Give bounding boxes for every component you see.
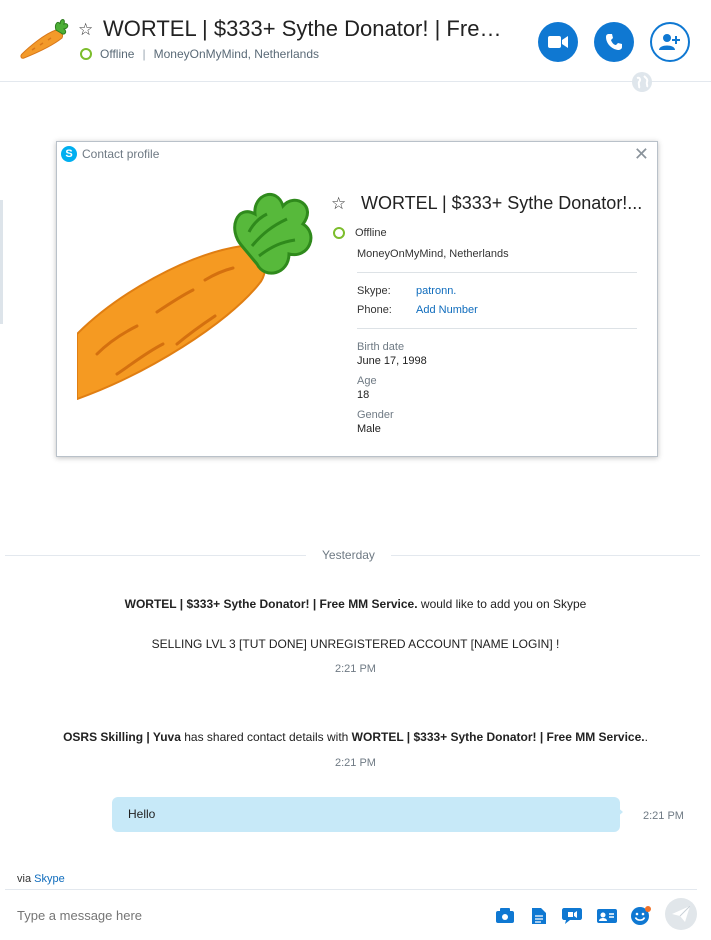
profile-divider: [357, 328, 637, 329]
profile-favorite-star-icon[interactable]: ☆: [331, 194, 346, 214]
composer-divider: [5, 889, 697, 890]
message-timestamp: 2:21 PM: [335, 663, 376, 675]
status-separator: |: [142, 47, 146, 61]
video-message-button[interactable]: [561, 905, 583, 927]
share-sender-name[interactable]: OSRS Skilling | Yuva: [63, 730, 181, 744]
add-contact-icon: [659, 34, 680, 50]
add-participant-button[interactable]: [650, 22, 690, 62]
request-sender-name[interactable]: WORTEL | $333+ Sythe Donator! | Free MM …: [125, 597, 418, 611]
profile-status: Offline: [333, 227, 387, 239]
audio-call-button[interactable]: [594, 22, 634, 62]
birth-date-label: Birth date: [357, 341, 405, 353]
day-label: Yesterday: [306, 548, 391, 562]
send-contacts-button[interactable]: [596, 905, 618, 927]
scroll-indicator[interactable]: [0, 200, 3, 324]
via-skype-link[interactable]: Skype: [34, 873, 65, 885]
profile-contact-name: WORTEL | $333+ Sythe Donator!...: [361, 193, 641, 213]
status-ring-icon: [80, 48, 92, 60]
phone-call-icon: [606, 34, 622, 50]
video-call-icon: [548, 36, 568, 48]
status-text: Offline: [100, 47, 135, 61]
send-message-button[interactable]: [665, 898, 697, 930]
via-prefix: via: [17, 873, 35, 885]
video-message-icon: [562, 908, 582, 924]
profile-status-ring-icon: [333, 227, 345, 239]
gender-label: Gender: [357, 409, 394, 421]
message-input[interactable]: [17, 908, 437, 923]
contact-location: MoneyOnMyMind, Netherlands: [153, 47, 319, 61]
video-call-button[interactable]: [538, 22, 578, 62]
send-media-button[interactable]: [494, 905, 516, 927]
skype-label: Skype:: [357, 285, 391, 297]
share-target-name[interactable]: WORTEL | $333+ Sythe Donator! | Free MM …: [352, 730, 645, 744]
send-file-button[interactable]: [528, 905, 550, 927]
profile-window-title: Contact profile: [82, 147, 160, 161]
request-text: would like to add you on Skype: [417, 597, 587, 611]
skype-logo-icon: S: [61, 146, 77, 162]
birth-date-value: June 17, 1998: [357, 355, 427, 367]
close-icon[interactable]: ✕: [634, 144, 649, 164]
request-note-message: SELLING LVL 3 [TUT DONE] UNREGISTERED AC…: [151, 637, 560, 651]
age-label: Age: [357, 375, 377, 387]
age-value: 18: [357, 389, 370, 401]
phone-label: Phone:: [357, 304, 392, 316]
conversation-header: ☆ WORTEL | $333+ Sythe Donator! | Free M…: [0, 0, 711, 82]
shared-contact-message: OSRS Skilling | Yuva has shared contact …: [0, 730, 711, 744]
add-number-link[interactable]: Add Number: [416, 304, 478, 316]
contact-card-icon: [597, 909, 617, 923]
bubble-tail: [616, 806, 623, 818]
via-skype-line: via Skype: [17, 873, 65, 885]
contact-request-message: WORTEL | $333+ Sythe Donator! | Free MM …: [0, 597, 711, 611]
media-icon: [496, 908, 514, 923]
emoticon-icon: [631, 906, 651, 925]
carrot-avatar-icon[interactable]: [18, 14, 72, 60]
contact-name-title: WORTEL | $333+ Sythe Donator! | Free M..…: [103, 16, 508, 41]
share-suffix: .: [644, 730, 648, 744]
profile-location: MoneyOnMyMind, Netherlands: [357, 248, 509, 260]
globe-icon[interactable]: [632, 72, 652, 92]
emoticons-button[interactable]: [630, 905, 652, 927]
share-text: has shared contact details with: [180, 730, 352, 744]
message-timestamp: 2:21 PM: [643, 810, 684, 822]
contact-status-line: Offline | MoneyOnMyMind, Netherlands: [80, 47, 319, 61]
profile-divider: [357, 272, 637, 273]
profile-titlebar: S Contact profile ✕: [57, 142, 657, 168]
favorite-star-icon[interactable]: ☆: [78, 20, 93, 40]
contact-profile-window: S Contact profile ✕ ☆ WORTEL | $333+ Syt…: [56, 141, 658, 457]
send-icon: [672, 906, 690, 922]
file-icon: [532, 908, 546, 924]
message-timestamp: 2:21 PM: [335, 757, 376, 769]
contact-profile-picture: [77, 193, 313, 401]
outgoing-message-bubble[interactable]: Hello: [112, 797, 620, 832]
gender-value: Male: [357, 423, 381, 435]
profile-status-text: Offline: [355, 227, 387, 239]
skype-id-link[interactable]: patronn.: [416, 285, 456, 297]
